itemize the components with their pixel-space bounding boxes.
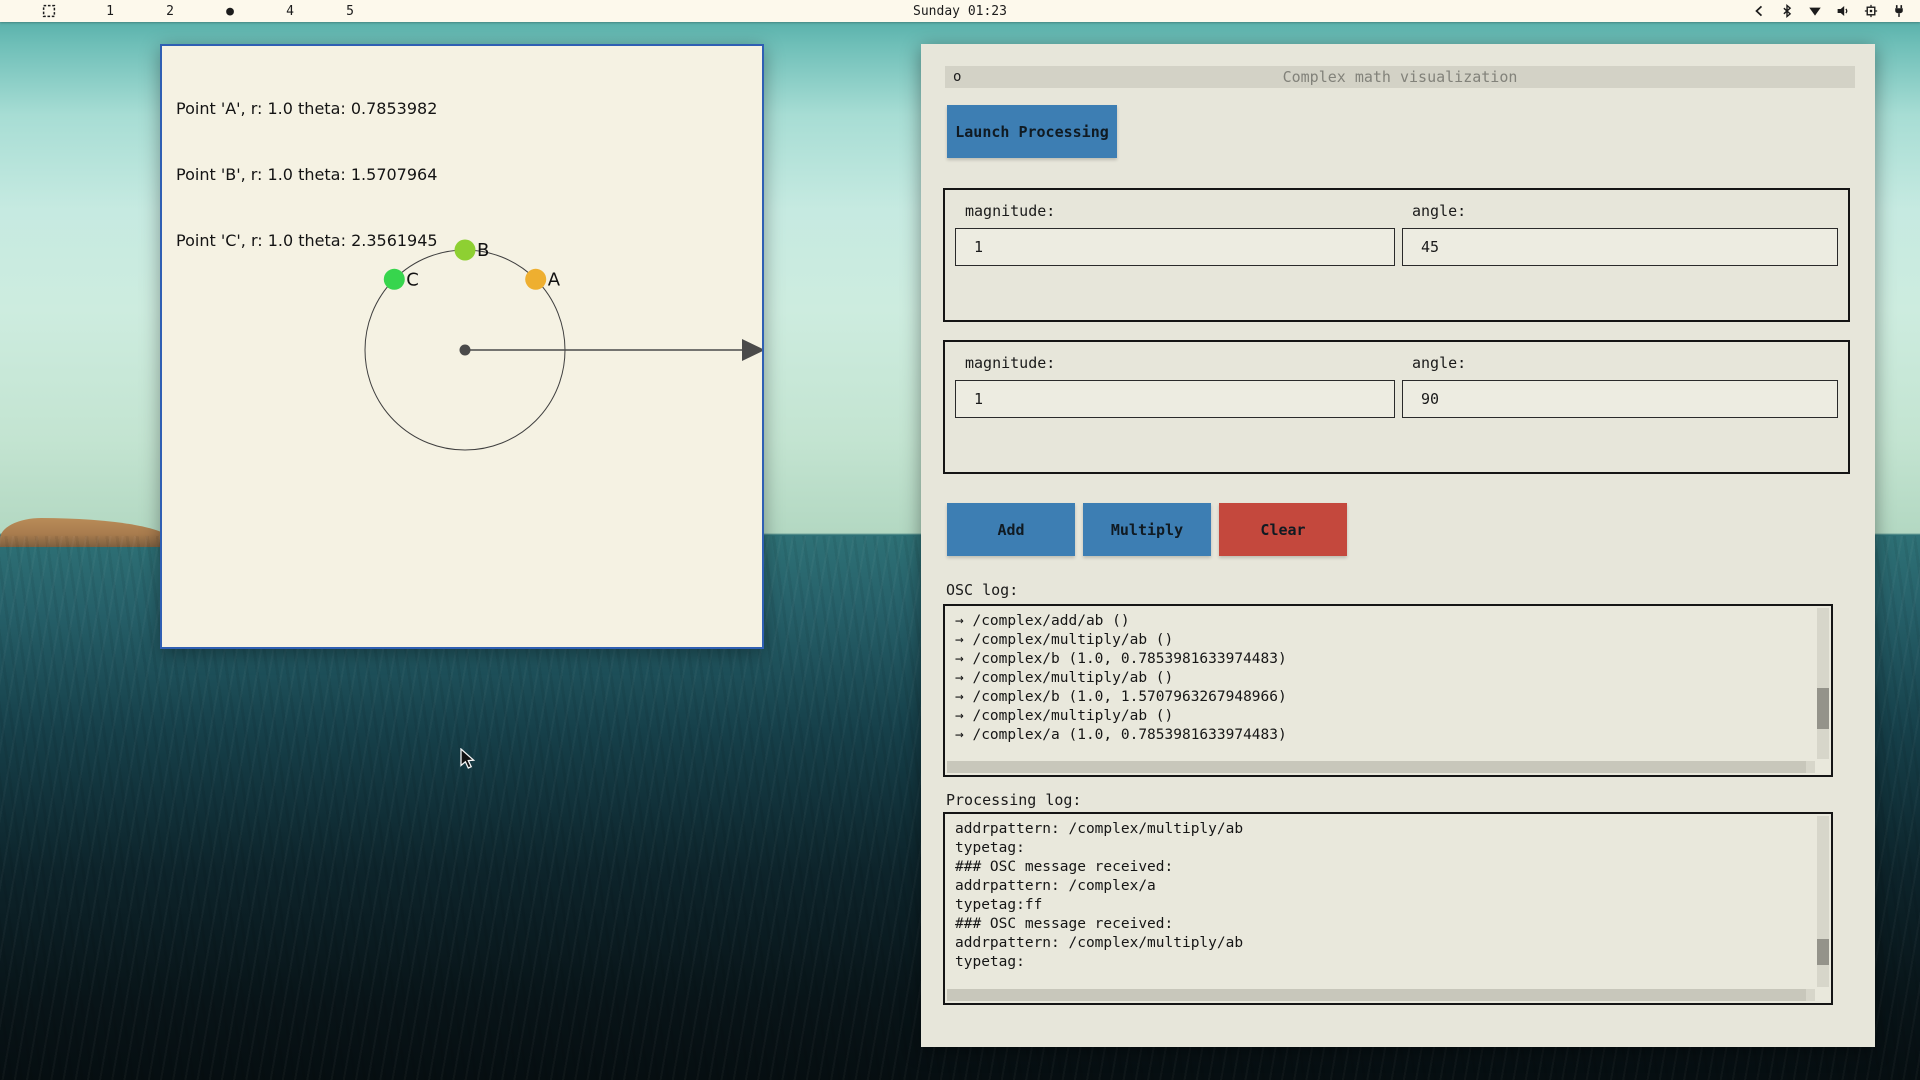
- angle-label: angle:: [1412, 202, 1466, 220]
- point-c-readout: Point 'C', r: 1.0 theta: 2.3561945: [176, 230, 438, 252]
- log-line: ### OSC message received:: [955, 858, 1809, 877]
- system-tray: [1752, 0, 1906, 22]
- point-b-readout: Point 'B', r: 1.0 theta: 1.5707964: [176, 164, 438, 186]
- clear-button[interactable]: Clear: [1219, 503, 1347, 556]
- origin-dot: [460, 345, 471, 356]
- log-line: typetag:ff: [955, 896, 1809, 915]
- log-line: typetag:: [955, 839, 1809, 858]
- log-line: → /complex/add/ab (): [955, 612, 1809, 631]
- axis-arrowhead: [742, 339, 762, 361]
- log-line: typetag:: [955, 953, 1809, 972]
- point-b-label: B: [477, 240, 489, 261]
- osc-horizontal-scrollbar[interactable]: [947, 761, 1815, 773]
- log-line: → /complex/multiply/ab (): [955, 631, 1809, 650]
- angle-label: angle:: [1412, 354, 1466, 372]
- osc-log-lines: → /complex/add/ab ()→ /complex/multiply/…: [955, 612, 1809, 759]
- titlebar[interactable]: o Complex math visualization: [945, 66, 1855, 88]
- multiply-button[interactable]: Multiply: [1083, 503, 1211, 556]
- processing-sketch-window: ABC Point 'A', r: 1.0 theta: 0.7853982 P…: [160, 44, 764, 649]
- processing-vertical-scrollbar-thumb[interactable]: [1817, 939, 1829, 965]
- processing-vertical-scrollbar[interactable]: [1817, 816, 1829, 987]
- log-line: ### OSC message received:: [955, 915, 1809, 934]
- processing-horizontal-scrollbar[interactable]: [947, 989, 1815, 1001]
- log-line: addrpattern: /complex/multiply/ab: [955, 934, 1809, 953]
- log-line: addrpattern: /complex/multiply/ab: [955, 820, 1809, 839]
- operand-a-group: magnitude: angle:: [943, 188, 1850, 322]
- osc-horizontal-scrollbar-thumb[interactable]: [947, 761, 1806, 773]
- processing-log-box[interactable]: addrpattern: /complex/multiply/abtypetag…: [943, 812, 1833, 1005]
- magnitude-b-input[interactable]: [955, 380, 1395, 418]
- angle-b-input[interactable]: [1402, 380, 1838, 418]
- launch-processing-button[interactable]: Launch Processing: [947, 105, 1117, 158]
- sketch-log-text: Point 'A', r: 1.0 theta: 0.7853982 Point…: [176, 54, 438, 296]
- mouse-cursor: [460, 748, 480, 770]
- add-button[interactable]: Add: [947, 503, 1075, 556]
- desktop: 1 2 ● 4 5 Sunday 01:23: [0, 0, 1920, 1080]
- magnitude-a-input[interactable]: [955, 228, 1395, 266]
- log-line: → /complex/b (1.0, 1.5707963267948966): [955, 688, 1809, 707]
- osc-log-box[interactable]: → /complex/add/ab ()→ /complex/multiply/…: [943, 604, 1833, 777]
- angle-a-input[interactable]: [1402, 228, 1838, 266]
- log-line: → /complex/a (1.0, 0.7853981633974483): [955, 726, 1809, 745]
- bluetooth-icon[interactable]: [1780, 4, 1794, 18]
- power-plug-icon[interactable]: [1892, 4, 1906, 18]
- clock: Sunday 01:23: [0, 0, 1920, 22]
- processor-icon[interactable]: [1864, 4, 1878, 18]
- point-a-dot: [525, 269, 546, 290]
- volume-icon[interactable]: [1836, 4, 1850, 18]
- island-image: [0, 518, 172, 547]
- log-line: → /complex/multiply/ab (): [955, 707, 1809, 726]
- osc-log-label: OSC log:: [946, 581, 1018, 599]
- magnitude-label: magnitude:: [965, 202, 1055, 220]
- window-title: Complex math visualization: [1283, 68, 1518, 86]
- magnitude-label: magnitude:: [965, 354, 1055, 372]
- processing-log-label: Processing log:: [946, 791, 1081, 809]
- log-line: → /complex/multiply/ab (): [955, 669, 1809, 688]
- osc-vertical-scrollbar-thumb[interactable]: [1817, 688, 1829, 729]
- operand-b-group: magnitude: angle:: [943, 340, 1850, 474]
- processing-log-lines: addrpattern: /complex/multiply/abtypetag…: [955, 820, 1809, 987]
- processing-horizontal-scrollbar-thumb[interactable]: [947, 989, 1806, 1001]
- log-line: → /complex/b (1.0, 0.7853981633974483): [955, 650, 1809, 669]
- chevron-left-icon[interactable]: [1752, 4, 1766, 18]
- menubar: 1 2 ● 4 5 Sunday 01:23: [0, 0, 1920, 22]
- point-a-readout: Point 'A', r: 1.0 theta: 0.7853982: [176, 98, 438, 120]
- network-signal-icon[interactable]: [1808, 4, 1822, 18]
- complex-math-window: o Complex math visualization Launch Proc…: [921, 44, 1875, 1047]
- point-a-label: A: [548, 269, 561, 290]
- osc-vertical-scrollbar[interactable]: [1817, 608, 1829, 759]
- point-b-dot: [455, 240, 476, 261]
- titlebar-menu-char[interactable]: o: [953, 66, 961, 88]
- log-line: addrpattern: /complex/a: [955, 877, 1809, 896]
